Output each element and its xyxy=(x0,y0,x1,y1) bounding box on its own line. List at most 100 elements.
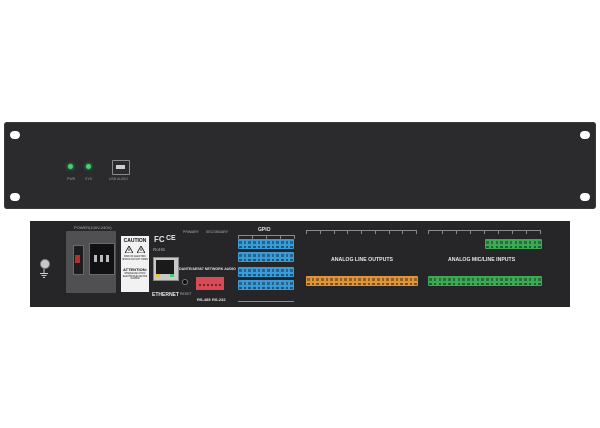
terminal-screw-icon xyxy=(239,269,242,272)
attention-text: RISQUE DE CHOC ELECTRIQUE NE PAS OUVRIR xyxy=(122,272,148,281)
terminal-slot xyxy=(243,274,247,276)
serial-pin xyxy=(203,284,205,286)
terminal-screw-icon xyxy=(505,278,508,281)
terminal-slot xyxy=(509,246,513,248)
terminal-slot xyxy=(500,283,503,285)
ground-screw-icon xyxy=(40,259,50,269)
reset-button[interactable] xyxy=(182,279,188,285)
terminal-screw-icon xyxy=(281,282,284,285)
channel-divider-tick xyxy=(238,235,239,239)
usb-port[interactable] xyxy=(112,160,130,175)
channel-divider-tick xyxy=(347,230,349,234)
terminal-screw-icon xyxy=(395,278,399,281)
terminal-slot xyxy=(533,246,537,248)
terminal-slot xyxy=(349,283,352,285)
terminal-slot xyxy=(290,259,293,261)
terminal-slot xyxy=(495,246,499,248)
terminal-slot xyxy=(267,287,270,289)
ethernet-label: ETHERNET xyxy=(152,292,179,298)
terminal-screw-icon xyxy=(471,278,475,281)
rs232-label: RS-232 xyxy=(212,297,226,302)
terminal-screw-icon xyxy=(533,241,537,244)
terminal-screw-icon xyxy=(276,254,279,257)
gpio-terminal-block[interactable] xyxy=(238,252,294,262)
terminal-slot xyxy=(276,274,279,276)
channel-divider-tick xyxy=(498,230,499,234)
channel-divider-tick xyxy=(512,230,513,234)
inlet-pin xyxy=(100,255,103,262)
caution-warning-text: RISK OF ELECTRIC SHOCK DO NOT OPEN xyxy=(122,255,148,261)
terminal-screw-icon xyxy=(290,254,293,257)
terminal-screw-icon xyxy=(490,241,494,244)
terminal-slot xyxy=(344,283,347,285)
terminal-screw-icon xyxy=(271,254,275,257)
terminal-screw-icon xyxy=(257,241,261,244)
terminal-slot xyxy=(276,287,279,289)
terminal-slot xyxy=(281,287,284,289)
channel-divider-tick xyxy=(456,230,457,234)
terminal-screw-icon xyxy=(391,278,394,281)
terminal-screw-icon xyxy=(500,278,503,281)
channel-divider-tick xyxy=(416,230,417,234)
terminal-screw-icon xyxy=(344,278,347,281)
terminal-slot xyxy=(257,287,261,289)
terminal-screw-icon xyxy=(290,269,293,272)
channel-divider-tick xyxy=(252,235,253,239)
analog-output-terminal-block[interactable] xyxy=(306,276,418,286)
terminal-slot xyxy=(339,283,343,285)
terminal-slot xyxy=(505,246,508,248)
channel-divider-tick xyxy=(526,230,527,234)
terminal-screw-icon xyxy=(486,241,489,244)
terminal-screw-icon xyxy=(538,241,541,244)
terminal-screw-icon xyxy=(267,269,270,272)
terminal-screw-icon xyxy=(509,278,513,281)
terminal-slot xyxy=(262,259,265,261)
gpio-terminal-block[interactable] xyxy=(238,267,294,277)
gpio-terminal-block[interactable] xyxy=(238,280,294,290)
terminal-screw-icon xyxy=(276,269,279,272)
terminal-screw-icon xyxy=(429,278,432,281)
shock-warning-icon xyxy=(125,246,133,253)
analog-mic-line-inputs-label: ANALOG MIC/LINE INPUTS xyxy=(448,257,516,263)
ethernet-activity-led-icon xyxy=(156,274,160,277)
terminal-screw-icon xyxy=(253,282,256,285)
terminal-slot xyxy=(290,246,293,248)
terminal-screw-icon xyxy=(481,278,484,281)
terminal-slot xyxy=(443,283,446,285)
terminal-slot xyxy=(524,246,527,248)
terminal-slot xyxy=(400,283,403,285)
terminal-slot xyxy=(538,246,541,248)
terminal-screw-icon xyxy=(271,282,275,285)
serial-pin xyxy=(199,284,201,286)
terminal-slot xyxy=(253,274,256,276)
terminal-slot xyxy=(285,259,289,261)
terminal-slot xyxy=(457,283,461,285)
channel-divider-tick xyxy=(484,230,485,234)
gpio-terminal-block[interactable] xyxy=(238,239,294,249)
terminal-slot xyxy=(471,283,475,285)
terminal-slot xyxy=(262,274,265,276)
terminal-screw-icon xyxy=(248,269,251,272)
terminal-screw-icon xyxy=(285,254,289,257)
terminal-slot xyxy=(330,283,333,285)
analog-input-terminal-block[interactable] xyxy=(428,276,542,286)
terminal-screw-icon xyxy=(281,254,284,257)
channel-divider-tick xyxy=(280,235,281,239)
terminal-screw-icon xyxy=(257,282,261,285)
terminal-screw-icon xyxy=(495,241,499,244)
terminal-slot xyxy=(433,283,437,285)
analog-input-terminal-block[interactable] xyxy=(485,239,542,249)
power-led-icon xyxy=(68,164,73,169)
terminal-screw-icon xyxy=(528,241,532,244)
terminal-screw-icon xyxy=(414,278,417,281)
terminal-screw-icon xyxy=(325,278,329,281)
terminal-slot xyxy=(239,246,242,248)
terminal-screw-icon xyxy=(377,278,380,281)
terminal-slot xyxy=(271,259,275,261)
terminal-screw-icon xyxy=(363,278,366,281)
serial-pin xyxy=(211,284,213,286)
serial-pin xyxy=(207,284,209,286)
terminal-screw-icon xyxy=(243,269,247,272)
channel-divider-tick xyxy=(428,230,429,234)
rs485-label: RS-485 xyxy=(197,297,211,302)
